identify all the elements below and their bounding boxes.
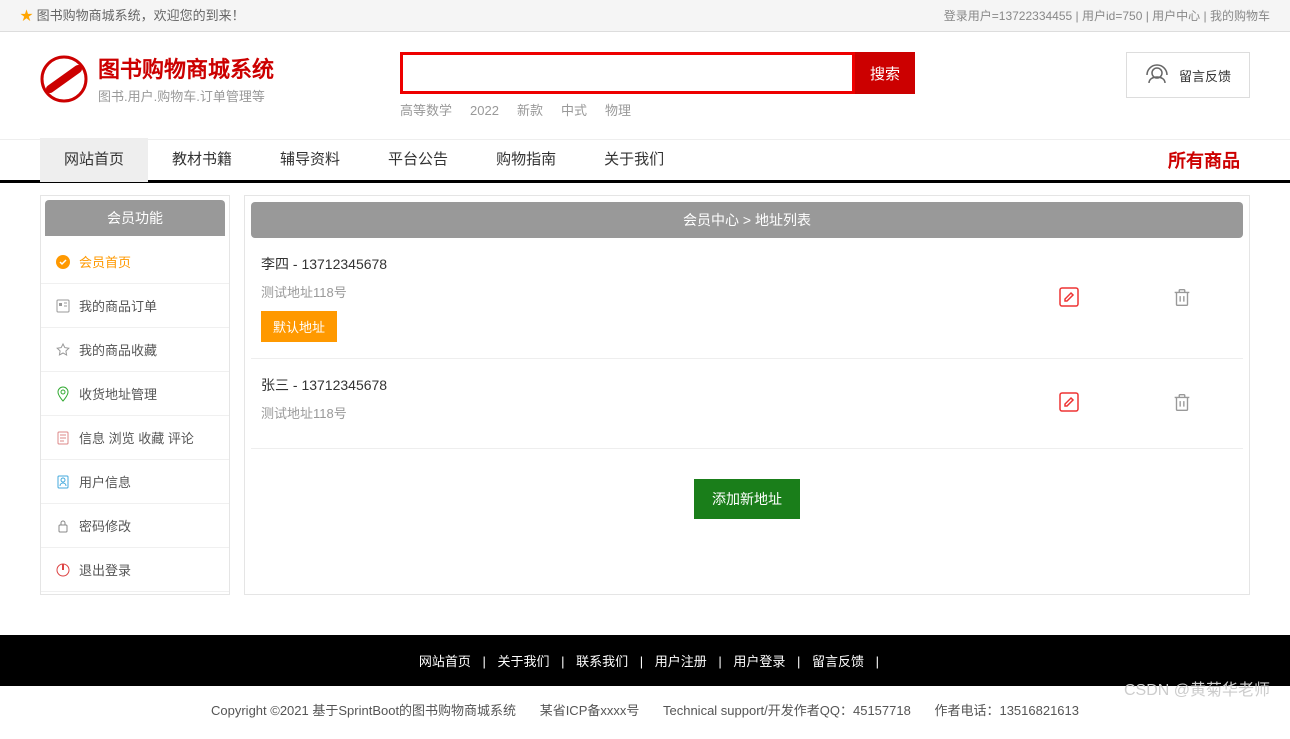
footer-light: Copyright ©2021 基于SprintBoot的图书购物商城系统 某省… bbox=[0, 686, 1290, 739]
star-icon: ★ bbox=[20, 8, 33, 23]
sidebar-item[interactable]: 我的商品订单 bbox=[41, 284, 229, 328]
hotword[interactable]: 新款 bbox=[517, 103, 543, 118]
address-detail: 测试地址118号 bbox=[261, 403, 1057, 422]
address-name: 张三 - 13712345678 bbox=[261, 375, 1057, 395]
site-title: 图书购物商城系统 bbox=[98, 52, 274, 84]
default-badge: 默认地址 bbox=[261, 311, 337, 342]
lock-icon bbox=[55, 518, 71, 534]
footer-link[interactable]: 网站首页 bbox=[419, 654, 471, 669]
location-icon bbox=[55, 386, 71, 402]
delete-icon[interactable] bbox=[1171, 286, 1193, 311]
content-breadcrumb: 会员中心 > 地址列表 bbox=[251, 202, 1243, 238]
my-cart-link[interactable]: 我的购物车 bbox=[1210, 9, 1270, 23]
add-address-button[interactable]: 添加新地址 bbox=[694, 479, 800, 519]
main-nav: 网站首页教材书籍辅导资料平台公告购物指南关于我们 所有商品 bbox=[0, 139, 1290, 183]
sidebar-item-label: 收货地址管理 bbox=[79, 384, 157, 403]
address-detail: 测试地址118号 bbox=[261, 282, 1057, 301]
nav-all-products[interactable]: 所有商品 bbox=[1168, 147, 1250, 173]
edit-icon[interactable] bbox=[1057, 390, 1081, 417]
hotword[interactable]: 物理 bbox=[605, 103, 631, 118]
logo-block[interactable]: 图书购物商城系统 图书.用户.购物车.订单管理等 bbox=[40, 52, 400, 105]
delete-icon[interactable] bbox=[1171, 391, 1193, 416]
hotword[interactable]: 高等数学 bbox=[400, 103, 452, 118]
topbar-welcome: ★ 图书购物商城系统，欢迎您的到来！ bbox=[20, 0, 245, 31]
sidebar-item-label: 信息 浏览 收藏 评论 bbox=[79, 428, 194, 447]
sidebar-item[interactable]: 用户信息 bbox=[41, 460, 229, 504]
logo-icon bbox=[40, 55, 88, 103]
search-button[interactable]: 搜索 bbox=[855, 52, 915, 94]
topbar-right: 登录用户=13722334455 | 用户id=750 | 用户中心 | 我的购… bbox=[944, 0, 1270, 31]
footer-dark: 网站首页 | 关于我们 | 联系我们 | 用户注册 | 用户登录 | 留言反馈 … bbox=[0, 635, 1290, 686]
copyright: Copyright ©2021 基于SprintBoot的图书购物商城系统 bbox=[211, 703, 516, 718]
sidebar-item[interactable]: 我的商品收藏 bbox=[41, 328, 229, 372]
icp: 某省ICP备xxxx号 bbox=[540, 703, 640, 718]
welcome-text: 图书购物商城系统，欢迎您的到来！ bbox=[37, 8, 245, 23]
search-block: 搜索 高等数学 2022 新款 中式 物理 bbox=[400, 52, 1126, 119]
footer-link[interactable]: 用户登录 bbox=[733, 654, 785, 669]
user-id: 用户id=750 bbox=[1082, 9, 1142, 23]
star-icon bbox=[55, 342, 71, 358]
sidebar-item[interactable]: 退出登录 bbox=[41, 548, 229, 592]
user-center-link[interactable]: 用户中心 bbox=[1152, 9, 1200, 23]
nav-item[interactable]: 平台公告 bbox=[364, 138, 472, 182]
logout-icon bbox=[55, 562, 71, 578]
sidebar-item-label: 密码修改 bbox=[79, 516, 131, 535]
hot-words: 高等数学 2022 新款 中式 物理 bbox=[400, 100, 1126, 119]
nav-item[interactable]: 网站首页 bbox=[40, 138, 148, 182]
footer-link[interactable]: 关于我们 bbox=[498, 654, 550, 669]
site-subtitle: 图书.用户.购物车.订单管理等 bbox=[98, 86, 274, 105]
nav-item[interactable]: 辅导资料 bbox=[256, 138, 364, 182]
author-phone: 作者电话：13516821613 bbox=[934, 703, 1079, 718]
address-name: 李四 - 13712345678 bbox=[261, 254, 1057, 274]
search-input[interactable] bbox=[400, 52, 855, 94]
feedback-button[interactable]: 留言反馈 bbox=[1126, 52, 1250, 98]
doc-icon bbox=[55, 430, 71, 446]
address-item: 李四 - 13712345678 测试地址118号默认地址 bbox=[251, 238, 1243, 359]
footer-link[interactable]: 留言反馈 bbox=[812, 654, 864, 669]
hotword[interactable]: 2022 bbox=[470, 103, 499, 118]
sidebar-item-label: 会员首页 bbox=[79, 252, 131, 271]
home-icon bbox=[55, 254, 71, 270]
feedback-label: 留言反馈 bbox=[1179, 66, 1231, 85]
login-user: 登录用户=13722334455 bbox=[944, 9, 1072, 23]
sidebar-item-label: 我的商品收藏 bbox=[79, 340, 157, 359]
sidebar-item-label: 我的商品订单 bbox=[79, 296, 157, 315]
sidebar-item-label: 用户信息 bbox=[79, 472, 131, 491]
content: 会员中心 > 地址列表 李四 - 13712345678测试地址118号默认地址… bbox=[244, 195, 1250, 595]
edit-icon[interactable] bbox=[1057, 285, 1081, 312]
sidebar-header: 会员功能 bbox=[45, 200, 225, 236]
sidebar-item[interactable]: 收货地址管理 bbox=[41, 372, 229, 416]
sidebar-item-label: 退出登录 bbox=[79, 560, 131, 579]
header: 图书购物商城系统 图书.用户.购物车.订单管理等 搜索 高等数学 2022 新款 中式… bbox=[0, 32, 1290, 129]
hotword[interactable]: 中式 bbox=[561, 103, 587, 118]
nav-item[interactable]: 关于我们 bbox=[580, 138, 688, 182]
main: 会员功能 会员首页我的商品订单我的商品收藏收货地址管理信息 浏览 收藏 评论用户… bbox=[0, 183, 1290, 615]
sidebar-item[interactable]: 信息 浏览 收藏 评论 bbox=[41, 416, 229, 460]
user-icon bbox=[55, 474, 71, 490]
topbar: ★ 图书购物商城系统，欢迎您的到来！ 登录用户=13722334455 | 用户… bbox=[0, 0, 1290, 32]
footer-link[interactable]: 用户注册 bbox=[655, 654, 707, 669]
sidebar-item[interactable]: 密码修改 bbox=[41, 504, 229, 548]
address-item: 张三 - 13712345678 测试地址118号 bbox=[251, 359, 1243, 449]
footer-link[interactable]: 联系我们 bbox=[576, 654, 628, 669]
headset-icon bbox=[1145, 63, 1169, 87]
order-icon bbox=[55, 298, 71, 314]
nav-item[interactable]: 购物指南 bbox=[472, 138, 580, 182]
nav-item[interactable]: 教材书籍 bbox=[148, 138, 256, 182]
tech-support: Technical support/开发作者QQ：45157718 bbox=[663, 703, 911, 718]
sidebar: 会员功能 会员首页我的商品订单我的商品收藏收货地址管理信息 浏览 收藏 评论用户… bbox=[40, 195, 230, 595]
sidebar-item[interactable]: 会员首页 bbox=[41, 240, 229, 284]
